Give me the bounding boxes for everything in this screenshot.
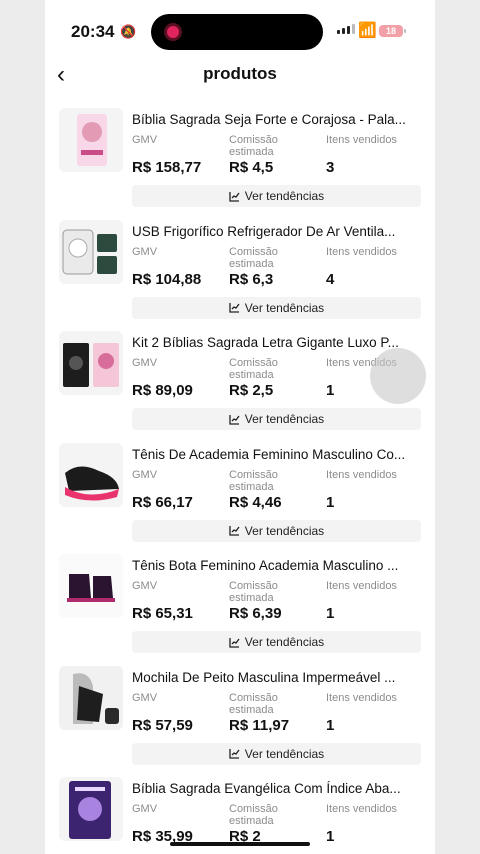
- gmv-value: R$ 89,09: [132, 382, 193, 399]
- trend-button[interactable]: Ver tendências: [132, 408, 421, 430]
- trend-chart-icon: [229, 526, 240, 536]
- commission-label: Comissão estimada: [229, 468, 278, 493]
- product-name[interactable]: Bíblia Sagrada Seja Forte e Corajosa - P…: [132, 112, 422, 127]
- product-thumbnail[interactable]: [59, 665, 123, 730]
- commission-label: Comissão estimada: [229, 803, 278, 827]
- battery-icon: 18: [379, 25, 406, 37]
- gmv-label: GMV: [132, 691, 158, 704]
- home-indicator: [170, 842, 310, 846]
- sold-label: Itens vendidos: [326, 134, 397, 146]
- sold-label: Itens vendidos: [326, 468, 397, 481]
- commission-value: R$ 11,97: [229, 716, 290, 734]
- product-name[interactable]: Tênis De Academia Feminino Masculino Co.…: [132, 447, 422, 462]
- page-title: produtos: [203, 64, 277, 83]
- sold-label: Itens vendidos: [326, 803, 397, 815]
- gmv-label: GMV: [132, 245, 158, 258]
- trend-button[interactable]: Ver tendências: [132, 296, 421, 319]
- trend-label: Ver tendências: [244, 523, 325, 538]
- trend-chart-icon: [229, 414, 240, 425]
- product-name[interactable]: Kit 2 Bíblias Sagrada Letra Gigante Luxo…: [132, 335, 422, 350]
- product-item[interactable]: Mochila De Peito Masculina Impermeável .…: [45, 665, 435, 777]
- gmv-label: GMV: [132, 803, 158, 815]
- product-name[interactable]: Tênis Bota Feminino Academia Masculino .…: [132, 558, 422, 573]
- gmv-label: GMV: [132, 357, 158, 369]
- sold-label: Itens vendidos: [326, 580, 397, 592]
- sold-label: Itens vendidos: [326, 691, 397, 704]
- trend-label: Ver tendências: [244, 635, 325, 649]
- product-thumbnail[interactable]: [59, 442, 123, 507]
- commission-label: Comissão estimada: [229, 691, 278, 716]
- gmv-value: R$ 57,59: [132, 716, 193, 734]
- product-name[interactable]: Mochila De Peito Masculina Impermeável .…: [132, 670, 422, 685]
- dynamic-island: [151, 14, 323, 50]
- commission-value: R$ 6,3: [229, 270, 274, 288]
- product-thumbnail[interactable]: [59, 108, 123, 172]
- trend-button[interactable]: Ver tendências: [132, 519, 421, 542]
- product-thumbnail[interactable]: [59, 554, 123, 618]
- gmv-label: GMV: [132, 134, 158, 146]
- gmv-label: GMV: [132, 580, 158, 592]
- sold-value: 1: [326, 382, 335, 399]
- product-name[interactable]: USB Frigorífico Refrigerador De Ar Venti…: [132, 224, 422, 239]
- status-time: 20:34: [71, 22, 115, 41]
- trend-button[interactable]: Ver tendências: [132, 631, 421, 653]
- trend-label: Ver tendências: [244, 746, 325, 761]
- recording-icon: [167, 26, 179, 38]
- commission-label: Comissão estimada: [229, 580, 278, 604]
- gmv-value: R$ 158,77: [132, 159, 202, 176]
- trend-chart-icon: [229, 191, 240, 202]
- sold-value: 4: [326, 270, 335, 288]
- commission-value: R$ 4,46: [229, 493, 282, 511]
- gmv-value: R$ 66,17: [132, 493, 193, 511]
- product-item[interactable]: Tênis Bota Feminino Academia Masculino .…: [45, 554, 435, 665]
- product-name[interactable]: Bíblia Sagrada Evangélica Com Índice Aba…: [132, 781, 422, 796]
- trend-label: Ver tendências: [244, 300, 325, 315]
- gmv-label: GMV: [132, 468, 158, 481]
- commission-value: R$ 6,39: [229, 605, 282, 622]
- commission-label: Comissão estimada: [229, 134, 278, 158]
- commission-label: Comissão estimada: [229, 245, 278, 270]
- trend-button[interactable]: Ver tendências: [132, 185, 421, 207]
- top-nav: ‹ produtos: [45, 60, 435, 90]
- gmv-value: R$ 65,31: [132, 605, 193, 622]
- trend-button[interactable]: Ver tendências: [132, 742, 421, 765]
- sold-value: 1: [326, 716, 335, 734]
- phone-screen: 20:34 🔕 📶 18 ‹ produtos Bíblia Sagrada S…: [45, 0, 435, 854]
- gmv-value: R$ 104,88: [132, 270, 202, 288]
- trend-chart-icon: [229, 749, 240, 759]
- trend-chart-icon: [229, 303, 240, 313]
- product-item[interactable]: Tênis De Academia Feminino Masculino Co.…: [45, 442, 435, 554]
- sold-value: 1: [326, 828, 335, 845]
- trend-chart-icon: [229, 637, 240, 648]
- commission-value: R$ 2,5: [229, 382, 274, 399]
- sold-value: 1: [326, 605, 335, 622]
- product-item[interactable]: USB Frigorífico Refrigerador De Ar Venti…: [45, 219, 435, 331]
- sold-label: Itens vendidos: [326, 245, 397, 258]
- product-thumbnail[interactable]: [59, 331, 123, 395]
- product-thumbnail[interactable]: [59, 777, 123, 841]
- bell-muted-icon: 🔕: [120, 24, 137, 39]
- product-item[interactable]: Bíblia Sagrada Seja Forte e Corajosa - P…: [45, 108, 435, 219]
- signal-icon: [337, 24, 355, 34]
- wifi-icon: 📶: [358, 22, 377, 39]
- trend-label: Ver tendências: [244, 412, 325, 426]
- touch-indicator: [370, 348, 426, 404]
- sold-value: 3: [326, 159, 335, 176]
- trend-label: Ver tendências: [244, 189, 325, 203]
- product-thumbnail[interactable]: [59, 219, 123, 284]
- status-bar: 20:34 🔕 📶 18: [45, 0, 435, 60]
- commission-value: R$ 4,5: [229, 159, 274, 176]
- sold-value: 1: [326, 493, 335, 511]
- commission-label: Comissão estimada: [229, 357, 278, 381]
